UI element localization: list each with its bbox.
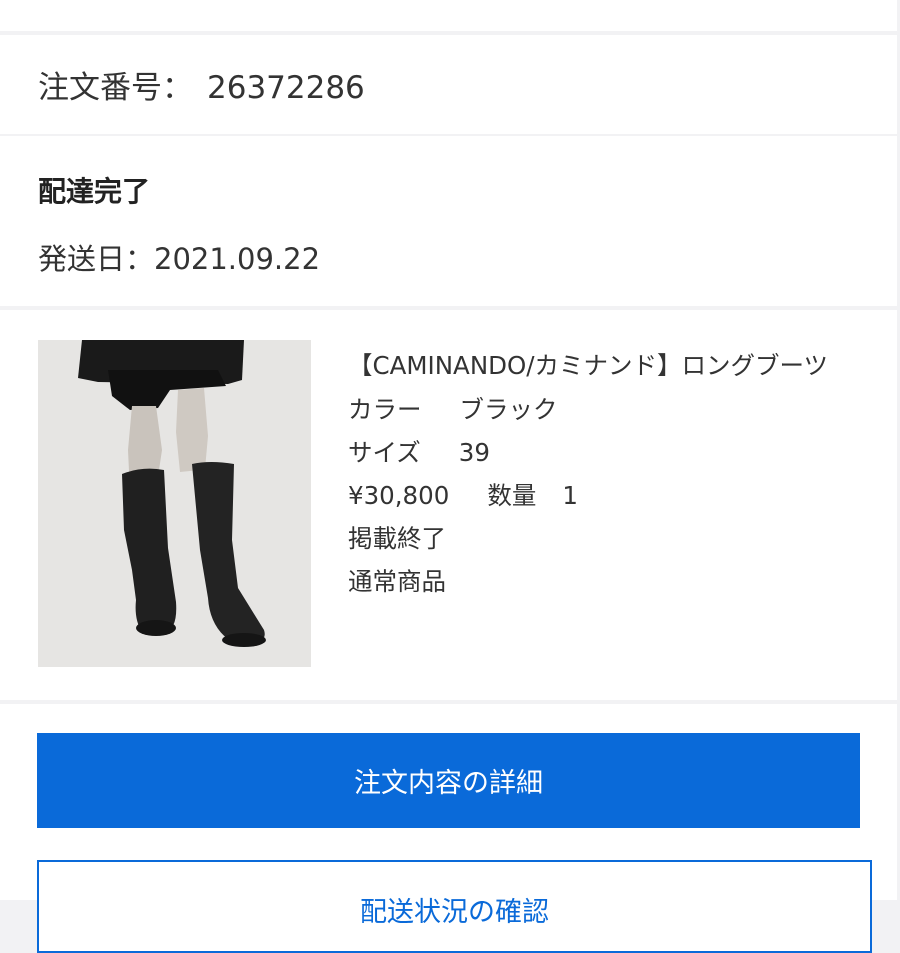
quantity-label: 数量 <box>487 481 537 510</box>
color-row: カラー ブラック <box>348 388 868 431</box>
product-info: 【CAMINANDO/カミナンド】ロングブーツ カラー ブラック サイズ 39 ¥3… <box>348 346 868 603</box>
order-number-section: 注文番号： 26372286 <box>0 35 897 134</box>
action-buttons: 注文内容の詳細 配送状況の確認 <box>0 704 897 953</box>
delivery-status-section: 配達完了 発送日：2021.09.22 <box>0 136 897 306</box>
product-image[interactable] <box>38 340 311 667</box>
price: ¥30,800 <box>348 481 450 510</box>
size-row: サイズ 39 <box>348 431 868 474</box>
order-number-value: 26372286 <box>207 70 365 106</box>
listing-status: 掲載終了 <box>348 524 446 553</box>
product-name[interactable]: 【CAMINANDO/カミナンド】ロングブーツ <box>348 346 868 386</box>
size-label: サイズ <box>348 438 421 467</box>
quantity-value: 1 <box>562 481 578 510</box>
order-number-label: 注文番号： <box>38 70 193 106</box>
color-value: ブラック <box>459 395 558 424</box>
size-value: 39 <box>458 438 490 467</box>
order-item[interactable]: 【CAMINANDO/カミナンド】ロングブーツ カラー ブラック サイズ 39 ¥3… <box>0 310 897 700</box>
order-history-page: 注文番号： 26372286 配達完了 発送日：2021.09.22 【CAMI… <box>0 0 900 953</box>
delivery-status: 配達完了 <box>38 175 151 208</box>
boots-photo <box>38 340 311 667</box>
delivery-tracking-button[interactable]: 配送状況の確認 <box>37 860 872 953</box>
color-label: カラー <box>348 395 422 424</box>
ship-date: 発送日：2021.09.22 <box>38 242 321 276</box>
price-row: ¥30,800 数量 1 <box>348 474 868 517</box>
top-header-strip <box>0 0 897 31</box>
item-type: 通常商品 <box>348 567 446 596</box>
order-number: 注文番号： 26372286 <box>38 62 365 107</box>
order-detail-button[interactable]: 注文内容の詳細 <box>37 733 860 828</box>
